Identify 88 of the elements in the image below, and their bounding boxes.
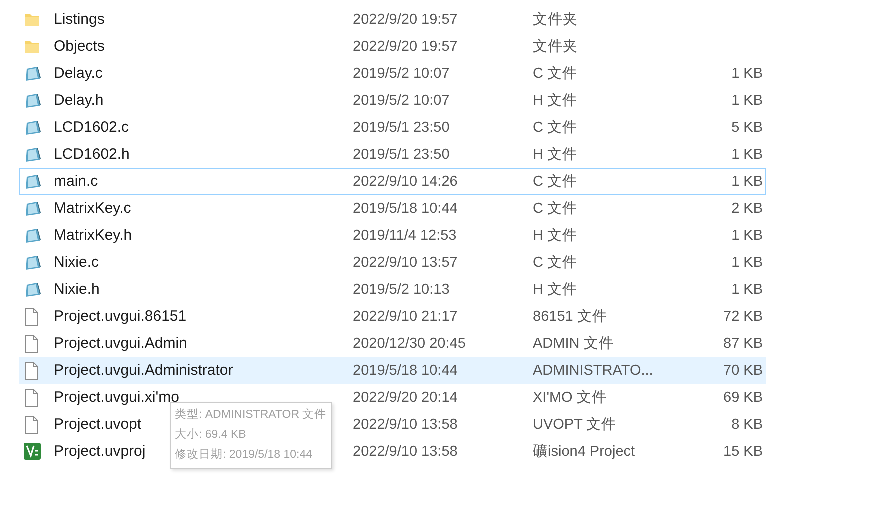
modified-date: 2019/5/1 23:50 <box>353 146 450 162</box>
folder-icon <box>24 12 40 26</box>
document-icon <box>24 146 42 162</box>
modified-date: 2022/9/20 19:57 <box>353 38 458 54</box>
file-type: H 文件 <box>533 146 578 164</box>
modified-date: 2022/9/10 14:26 <box>353 174 458 190</box>
modified-date: 2019/11/4 12:53 <box>353 228 457 244</box>
file-name: Objects <box>54 38 105 55</box>
file-name: main.c <box>54 173 98 190</box>
file-type: UVOPT 文件 <box>533 416 617 434</box>
file-type: H 文件 <box>533 227 578 245</box>
file-name: Nixie.c <box>54 254 100 271</box>
file-type: 文件夹 <box>533 38 578 56</box>
file-type: H 文件 <box>533 281 578 299</box>
modified-date: 2022/9/10 13:58 <box>353 416 458 432</box>
file-size: 2 KB <box>732 200 763 216</box>
tooltip-line: 类型: ADMINISTRATOR 文件 <box>175 408 327 423</box>
file-name: MatrixKey.c <box>54 200 132 217</box>
file-size: 1 KB <box>732 92 763 108</box>
file-name: MatrixKey.h <box>54 227 132 244</box>
file-size: 1 KB <box>732 254 763 270</box>
modified-date: 2019/5/18 10:44 <box>353 362 458 378</box>
modified-date: 2019/5/2 10:13 <box>353 282 450 298</box>
file-size: 72 KB <box>724 308 763 324</box>
blank-file-icon <box>24 416 38 434</box>
file-name: Project.uvgui.xi'mo <box>54 389 180 406</box>
file-name: Delay.c <box>54 65 103 82</box>
blank-file-icon <box>24 308 38 326</box>
blank-file-icon <box>24 362 38 380</box>
file-size: 1 KB <box>732 228 763 244</box>
document-icon <box>24 120 42 136</box>
file-size: 1 KB <box>732 66 763 82</box>
document-icon <box>24 200 42 216</box>
file-name: Project.uvopt <box>54 416 142 433</box>
file-name: Delay.h <box>54 92 104 109</box>
modified-date: 2022/9/20 19:57 <box>353 12 458 28</box>
modified-date: 2020/12/30 20:45 <box>353 336 466 352</box>
modified-date: 2022/9/20 20:14 <box>353 390 458 406</box>
file-name: Project.uvgui.86151 <box>54 308 187 325</box>
modified-date: 2022/9/10 21:17 <box>353 308 458 324</box>
file-size: 69 KB <box>724 390 763 406</box>
file-type: 文件夹 <box>533 11 578 29</box>
file-type: XI'MO 文件 <box>533 389 607 407</box>
modified-date: 2019/5/2 10:07 <box>353 92 450 108</box>
blank-file-icon <box>24 334 38 352</box>
file-name: Project.uvproj <box>54 443 146 460</box>
file-type: C 文件 <box>533 173 578 191</box>
document-icon <box>24 228 42 244</box>
file-name: Project.uvgui.Administrator <box>54 362 234 379</box>
tooltip-line: 修改日期: 2019/5/18 10:44 <box>175 448 314 463</box>
document-icon <box>24 92 42 108</box>
file-type: 86151 文件 <box>533 308 608 326</box>
file-type: ADMIN 文件 <box>533 335 614 353</box>
document-icon <box>24 66 42 82</box>
folder-icon <box>24 40 40 54</box>
file-size: 15 KB <box>724 444 763 460</box>
file-size: 5 KB <box>732 120 763 136</box>
file-name: Project.uvgui.Admin <box>54 335 188 352</box>
file-row[interactable]: main.c 2022/9/10 14:26 C 文件 1 KB <box>19 168 766 195</box>
document-icon <box>24 282 42 298</box>
file-type: ADMINISTRATO... <box>533 362 654 378</box>
modified-date: 2022/9/10 13:58 <box>353 444 458 460</box>
modified-date: 2022/9/10 13:57 <box>353 254 458 270</box>
file-type: C 文件 <box>533 254 578 272</box>
file-size: 87 KB <box>724 336 763 352</box>
file-name: Listings <box>54 11 105 28</box>
modified-date: 2019/5/2 10:07 <box>353 66 450 82</box>
file-name: Nixie.h <box>54 281 100 298</box>
file-type: 礦ision4 Project <box>533 443 636 461</box>
file-size: 1 KB <box>732 146 763 162</box>
file-type: C 文件 <box>533 200 578 218</box>
file-name: LCD1602.h <box>54 146 130 163</box>
file-type: H 文件 <box>533 92 578 110</box>
project-icon <box>24 443 41 460</box>
file-row[interactable]: Project.uvgui.Administrator 2019/5/18 10:44 ADMINISTRATO... 70 KB <box>19 357 766 384</box>
file-name: LCD1602.c <box>54 119 130 136</box>
file-size: 8 KB <box>732 416 763 432</box>
blank-file-icon <box>24 388 38 406</box>
modified-date: 2019/5/18 10:44 <box>353 200 458 216</box>
tooltip-line: 大小: 69.4 KB <box>175 428 248 443</box>
file-size: 1 KB <box>732 282 763 298</box>
modified-date: 2019/5/1 23:50 <box>353 120 450 136</box>
file-size: 1 KB <box>732 174 763 190</box>
file-size: 70 KB <box>724 362 763 378</box>
document-icon <box>24 174 42 190</box>
file-type: C 文件 <box>533 65 578 83</box>
document-icon <box>24 254 42 270</box>
file-type: C 文件 <box>533 119 578 137</box>
